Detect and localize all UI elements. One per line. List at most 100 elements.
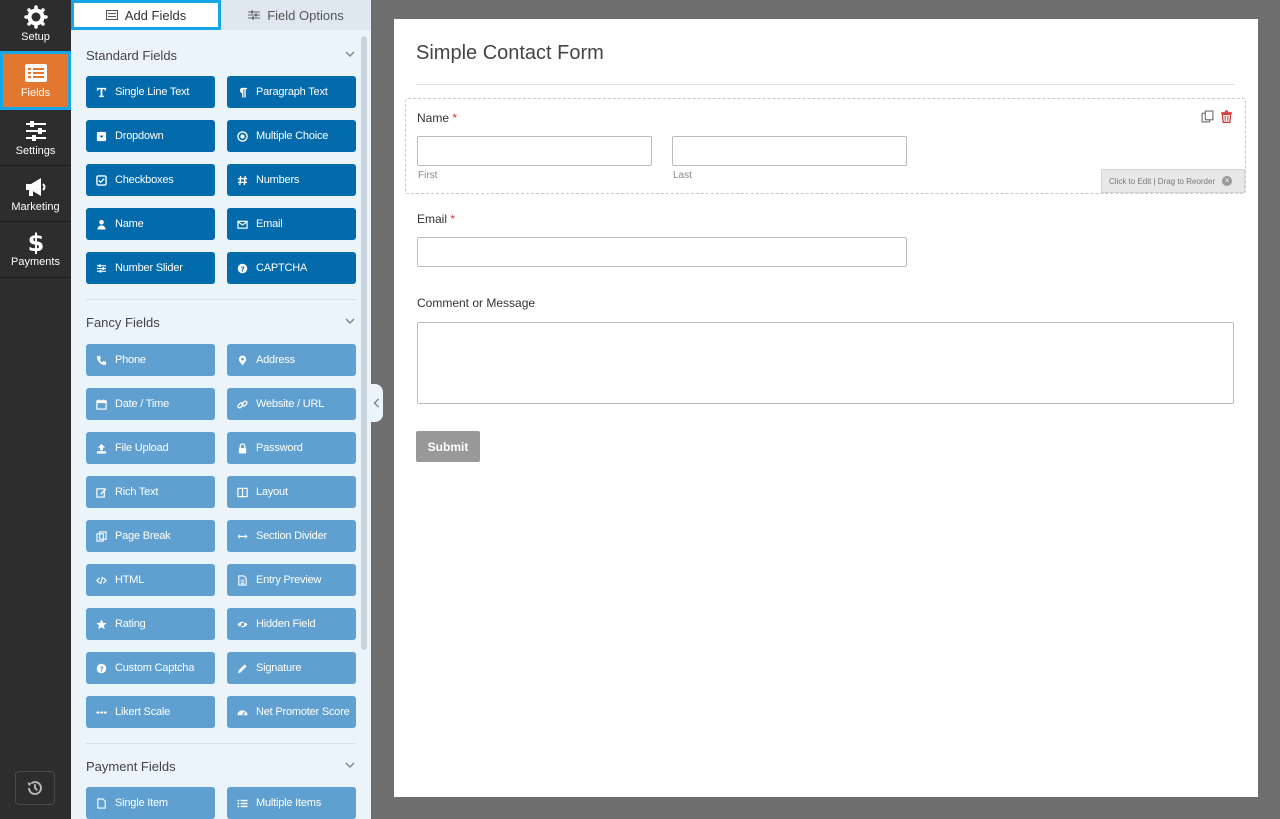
field-button-dropdown[interactable]: Dropdown	[86, 120, 215, 152]
first-name-input[interactable]	[417, 136, 652, 166]
field-button-captcha[interactable]: ? CAPTCHA	[227, 252, 356, 284]
field-button-checkboxes[interactable]: Checkboxes	[86, 164, 215, 196]
field-button-custom-captcha[interactable]: ? Custom Captcha	[86, 652, 215, 684]
dropdown-icon	[96, 131, 107, 141]
duplicate-icon[interactable]	[1201, 110, 1214, 123]
tab-field-options[interactable]: Field Options	[221, 0, 371, 30]
field-button-single-item[interactable]: Single Item	[86, 787, 215, 819]
field-button-label: Rating	[115, 618, 146, 630]
map-marker-icon	[238, 355, 247, 366]
field-button-multiple-items[interactable]: Multiple Items	[227, 787, 356, 819]
svg-text:?: ?	[240, 264, 244, 273]
field-button-label: Layout	[256, 486, 288, 498]
panel-scrollbar[interactable]	[361, 36, 367, 650]
field-button-entry-preview[interactable]: Entry Preview	[227, 564, 356, 596]
copy-icon	[96, 530, 107, 542]
field-button-signature[interactable]: Signature	[227, 652, 356, 684]
user-icon	[97, 219, 106, 230]
star-icon	[96, 618, 107, 629]
field-button-label: Section Divider	[256, 530, 327, 542]
panel-tabs: Add Fields Field Options	[71, 0, 371, 30]
field-button-rating[interactable]: Rating	[86, 608, 215, 640]
field-button-net-promoter-score[interactable]: Net Promoter Score	[227, 696, 356, 728]
chevron-down-icon[interactable]	[345, 316, 355, 326]
ellipsis-icon	[96, 711, 107, 713]
field-button-html[interactable]: HTML	[86, 564, 215, 596]
nav-payments[interactable]: $ Payments	[0, 222, 71, 278]
field-button-label: Number Slider	[115, 262, 183, 274]
title-divider	[416, 84, 1234, 85]
field-button-rich-text[interactable]: Rich Text	[86, 476, 215, 508]
nav-fields[interactable]: Fields	[0, 51, 71, 110]
field-button-paragraph-text[interactable]: Paragraph Text	[227, 76, 356, 108]
nav-label: Marketing	[11, 201, 60, 213]
megaphone-icon	[25, 178, 45, 196]
field-button-label: Password	[256, 442, 303, 454]
eye-slash-icon	[237, 619, 248, 629]
section-title-fancy: Fancy Fields	[86, 315, 160, 330]
field-button-number-slider[interactable]: Number Slider	[86, 252, 215, 284]
gauge-icon	[237, 709, 248, 716]
chevron-down-icon[interactable]	[345, 760, 355, 770]
reorder-hint[interactable]: Click to Edit | Drag to Reorder ×	[1101, 169, 1245, 193]
link-icon	[237, 400, 248, 408]
field-button-date-time[interactable]: Date / Time	[86, 388, 215, 420]
file-text-icon	[238, 574, 247, 586]
field-button-email[interactable]: Email	[227, 208, 356, 240]
field-button-phone[interactable]: Phone	[86, 344, 215, 376]
field-button-hidden-field[interactable]: Hidden Field	[227, 608, 356, 640]
chevron-down-icon[interactable]	[345, 49, 355, 59]
field-button-label: Likert Scale	[115, 706, 171, 718]
field-button-single-line-text[interactable]: Single Line Text	[86, 76, 215, 108]
field-button-label: HTML	[115, 574, 145, 586]
field-button-label: Name	[115, 218, 144, 230]
text-cursor-icon	[96, 87, 107, 97]
close-icon[interactable]: ×	[1222, 176, 1233, 186]
nav-label: Fields	[20, 87, 51, 99]
email-input[interactable]	[417, 237, 907, 267]
field-button-website-url[interactable]: Website / URL	[227, 388, 356, 420]
field-button-label: Multiple Items	[256, 797, 322, 809]
form-preview: Simple Contact Form Name * First Last Cl…	[394, 19, 1258, 797]
field-button-numbers[interactable]: Numbers	[227, 164, 356, 196]
required-mark: *	[450, 212, 456, 226]
collapse-panel-toggle[interactable]	[369, 384, 383, 422]
field-button-label: Paragraph Text	[256, 86, 328, 98]
field-button-name[interactable]: Name	[86, 208, 215, 240]
section-title-standard: Standard Fields	[86, 48, 178, 63]
svg-text:?: ?	[99, 664, 103, 673]
nav-settings[interactable]: Settings	[0, 110, 71, 166]
field-button-label: Single Line Text	[115, 86, 190, 98]
checkbox-icon	[96, 174, 107, 186]
field-button-layout[interactable]: Layout	[227, 476, 356, 508]
arrows-h-icon	[237, 533, 248, 539]
hash-icon	[237, 175, 248, 185]
revisions-button[interactable]	[15, 771, 55, 805]
list-icon	[24, 64, 47, 82]
required-mark: *	[452, 111, 458, 125]
nav-setup[interactable]: Setup	[0, 0, 71, 56]
trash-icon[interactable]	[1220, 110, 1233, 123]
nav-marketing[interactable]: Marketing	[0, 166, 71, 222]
field-button-address[interactable]: Address	[227, 344, 356, 376]
comment-textarea[interactable]	[417, 322, 1234, 404]
paragraph-icon	[239, 87, 248, 98]
tab-add-fields[interactable]: Add Fields	[71, 0, 221, 30]
last-name-input[interactable]	[672, 136, 907, 166]
field-button-section-divider[interactable]: Section Divider	[227, 520, 356, 552]
sliders-icon	[248, 10, 261, 20]
field-button-likert-scale[interactable]: Likert Scale	[86, 696, 215, 728]
gear-icon	[23, 5, 48, 29]
field-button-label: CAPTCHA	[256, 262, 308, 274]
field-button-page-break[interactable]: Page Break	[86, 520, 215, 552]
submit-button[interactable]: Submit	[416, 431, 480, 462]
field-button-multiple-choice[interactable]: Multiple Choice	[227, 120, 356, 152]
lock-icon	[238, 442, 247, 454]
field-button-file-upload[interactable]: File Upload	[86, 432, 215, 464]
list-icon	[237, 799, 248, 807]
fields-panel: Add Fields Field Options Standard Fields…	[71, 0, 371, 819]
field-button-label: Single Item	[115, 797, 168, 809]
nav-label: Payments	[11, 256, 60, 268]
field-button-password[interactable]: Password	[227, 432, 356, 464]
sliders-icon	[25, 121, 46, 141]
